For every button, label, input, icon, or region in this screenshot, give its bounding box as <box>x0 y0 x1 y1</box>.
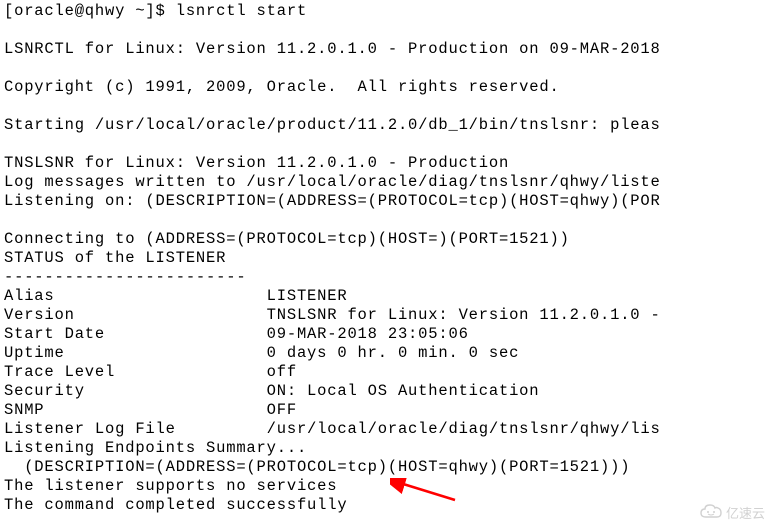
terminal-line: Starting /usr/local/oracle/product/11.2.… <box>4 116 661 134</box>
terminal-line: The command completed successfully <box>4 496 347 514</box>
terminal-line: TNSLSNR for Linux: Version 11.2.0.1.0 - … <box>4 154 509 172</box>
watermark-text: 亿速云 <box>726 503 765 522</box>
cloud-icon <box>700 504 722 522</box>
terminal-output: [oracle@qhwy ~]$ lsnrctl start LSNRCTL f… <box>0 0 777 515</box>
terminal-line: Copyright (c) 1991, 2009, Oracle. All ri… <box>4 78 560 96</box>
terminal-line: Connecting to (ADDRESS=(PROTOCOL=tcp)(HO… <box>4 230 570 248</box>
terminal-line: Start Date 09-MAR-2018 23:05:06 <box>4 325 469 343</box>
terminal-line: (DESCRIPTION=(ADDRESS=(PROTOCOL=tcp)(HOS… <box>4 458 630 476</box>
terminal-line: Log messages written to /usr/local/oracl… <box>4 173 661 191</box>
terminal-line: [oracle@qhwy ~]$ lsnrctl start <box>4 2 307 20</box>
terminal-line: Security ON: Local OS Authentication <box>4 382 539 400</box>
terminal-line: Listening Endpoints Summary... <box>4 439 307 457</box>
terminal-line: Uptime 0 days 0 hr. 0 min. 0 sec <box>4 344 519 362</box>
terminal-line: ------------------------ <box>4 268 246 286</box>
terminal-line: Listener Log File /usr/local/oracle/diag… <box>4 420 661 438</box>
terminal-line: The listener supports no services <box>4 477 337 495</box>
terminal-line: Alias LISTENER <box>4 287 347 305</box>
watermark: 亿速云 <box>700 503 765 522</box>
terminal-line: STATUS of the LISTENER <box>4 249 226 267</box>
terminal-line: Listening on: (DESCRIPTION=(ADDRESS=(PRO… <box>4 192 661 210</box>
terminal-line: LSNRCTL for Linux: Version 11.2.0.1.0 - … <box>4 40 661 58</box>
terminal-line: SNMP OFF <box>4 401 297 419</box>
terminal-line: Version TNSLSNR for Linux: Version 11.2.… <box>4 306 661 324</box>
terminal-line: Trace Level off <box>4 363 297 381</box>
